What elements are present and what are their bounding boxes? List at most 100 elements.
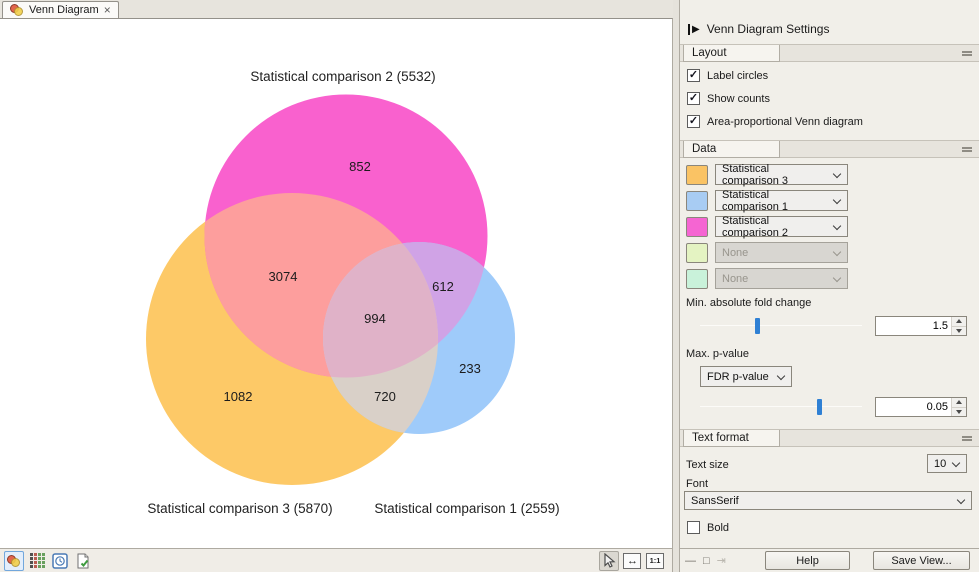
dock-panel-icon: ⇥ xyxy=(717,554,726,567)
settings-panel-header: ▶ Venn Diagram Settings xyxy=(688,22,829,36)
dataset-select-4: None xyxy=(715,242,848,263)
chevron-down-icon xyxy=(833,170,841,178)
fold-change-input[interactable] xyxy=(876,317,951,335)
text-size-value: 10 xyxy=(934,458,946,470)
pointer-cursor-icon xyxy=(603,553,616,568)
data-slot-row: Statistical comparison 3 xyxy=(686,164,848,185)
history-clock-icon xyxy=(52,553,68,569)
font-select[interactable]: SansSerif xyxy=(684,491,972,510)
table-view-button[interactable] xyxy=(27,551,47,571)
label-circles-checkbox[interactable]: ✓ xyxy=(687,69,700,82)
tab-title: Venn Diagram xyxy=(29,4,99,16)
venn-view-button[interactable] xyxy=(4,551,24,571)
fold-change-slider[interactable] xyxy=(700,318,862,334)
pointer-tool-button[interactable] xyxy=(599,551,619,571)
color-swatch-none-2 xyxy=(686,269,708,289)
p-value-slider[interactable] xyxy=(700,399,862,415)
dataset-select-3[interactable]: Statistical comparison 2 xyxy=(715,216,848,237)
collapse-section-icon[interactable] xyxy=(962,436,972,441)
checkbox-label-circles[interactable]: ✓ Label circles xyxy=(687,69,768,82)
chevron-down-icon xyxy=(833,196,841,204)
checkbox-bold[interactable]: Bold xyxy=(687,521,729,534)
count-set3-set1: 720 xyxy=(374,389,396,404)
zoom-100-button[interactable]: 1:1 xyxy=(645,551,665,571)
tab-close-icon[interactable]: × xyxy=(104,5,111,15)
section-tab-text-format[interactable]: Text format xyxy=(683,430,780,447)
color-swatch-comparison3[interactable] xyxy=(686,165,708,185)
venn-canvas: Statistical comparison 2 (5532) Statisti… xyxy=(0,18,673,548)
section-header-layout[interactable]: Layout xyxy=(680,44,979,62)
panel-splitter[interactable] xyxy=(673,0,680,572)
dataset-select-1[interactable]: Statistical comparison 3 xyxy=(715,164,848,185)
chevron-down-icon xyxy=(957,496,965,504)
spin-down-icon[interactable] xyxy=(952,326,966,336)
data-slot-row: Statistical comparison 1 xyxy=(686,190,848,211)
label-circles-label: Label circles xyxy=(707,70,768,82)
collapse-section-icon[interactable] xyxy=(962,51,972,56)
tab-venn-diagram[interactable]: Venn Diagram × xyxy=(2,1,119,18)
table-view-icon xyxy=(30,553,45,568)
section-tab-layout[interactable]: Layout xyxy=(683,45,780,62)
settings-panel-title: Venn Diagram Settings xyxy=(707,22,830,36)
spin-up-icon[interactable] xyxy=(952,317,966,326)
panel-expander-icon[interactable]: ▶ xyxy=(688,24,700,35)
element-info-icon xyxy=(75,553,91,569)
count-set3-set2: 3074 xyxy=(269,269,298,284)
fit-width-button[interactable]: ↔ xyxy=(622,551,642,571)
p-value-spinner xyxy=(875,397,967,417)
show-counts-checkbox[interactable]: ✓ xyxy=(687,92,700,105)
chevron-down-icon xyxy=(833,248,841,256)
chevron-down-icon xyxy=(777,372,785,380)
history-view-button[interactable] xyxy=(50,551,70,571)
help-button[interactable]: Help xyxy=(765,551,850,570)
p-value-slider-thumb[interactable] xyxy=(817,399,822,415)
p-value-input[interactable] xyxy=(876,398,951,416)
application-window: Venn Diagram × xyxy=(0,0,979,572)
chevron-down-icon xyxy=(833,274,841,282)
section-header-data[interactable]: Data xyxy=(680,140,979,158)
float-panel-icon[interactable]: □ xyxy=(703,555,710,567)
text-size-label: Text size xyxy=(686,459,729,471)
chevron-down-icon xyxy=(952,459,960,467)
count-center: 994 xyxy=(364,311,386,326)
panel-footer: — □ ⇥ Help Save View... xyxy=(680,548,979,572)
element-info-view-button[interactable] xyxy=(73,551,93,571)
count-set1-only: 233 xyxy=(459,361,481,376)
spin-up-icon[interactable] xyxy=(952,398,966,407)
checkbox-area-proportional[interactable]: ✓ Area-proportional Venn diagram xyxy=(687,115,863,128)
zoom-100-icon: 1:1 xyxy=(646,553,664,569)
slider-track xyxy=(700,325,862,326)
color-swatch-comparison1[interactable] xyxy=(686,191,708,211)
area-proportional-label: Area-proportional Venn diagram xyxy=(707,116,863,128)
save-view-button[interactable]: Save View... xyxy=(873,551,970,570)
text-size-select[interactable]: 10 xyxy=(927,454,967,473)
fold-change-spinner xyxy=(875,316,967,336)
collapse-panel-icon[interactable]: — xyxy=(685,555,696,567)
settings-panel: ▶ Venn Diagram Settings Layout ✓ Label c… xyxy=(680,0,979,572)
bold-label: Bold xyxy=(707,522,729,534)
collapse-section-icon[interactable] xyxy=(962,147,972,152)
checkbox-show-counts[interactable]: ✓ Show counts xyxy=(687,92,770,105)
area-proportional-checkbox[interactable]: ✓ xyxy=(687,115,700,128)
section-header-text-format[interactable]: Text format xyxy=(680,429,979,447)
chevron-down-icon xyxy=(833,222,841,230)
dataset-select-3-value: Statistical comparison 2 xyxy=(722,215,827,239)
dataset-select-2[interactable]: Statistical comparison 1 xyxy=(715,190,848,211)
spin-down-icon[interactable] xyxy=(952,407,966,417)
view-status-bar: ↔ 1:1 xyxy=(0,548,673,572)
font-select-value: SansSerif xyxy=(691,495,739,507)
dataset-select-4-value: None xyxy=(722,247,748,259)
fold-change-slider-thumb[interactable] xyxy=(755,318,760,334)
count-set2-only: 852 xyxy=(349,159,371,174)
color-swatch-comparison2[interactable] xyxy=(686,217,708,237)
p-value-type-select[interactable]: FDR p-value xyxy=(700,366,792,387)
tab-bar: Venn Diagram × xyxy=(0,0,673,18)
fold-change-label: Min. absolute fold change xyxy=(686,297,811,309)
circle-label-comparison1: Statistical comparison 1 (2559) xyxy=(374,501,559,516)
color-swatch-none-1 xyxy=(686,243,708,263)
section-tab-data[interactable]: Data xyxy=(683,141,780,158)
dataset-select-5-value: None xyxy=(722,273,748,285)
venn-diagram-icon xyxy=(10,4,24,16)
bold-checkbox[interactable] xyxy=(687,521,700,534)
data-slot-row: None xyxy=(686,242,848,263)
